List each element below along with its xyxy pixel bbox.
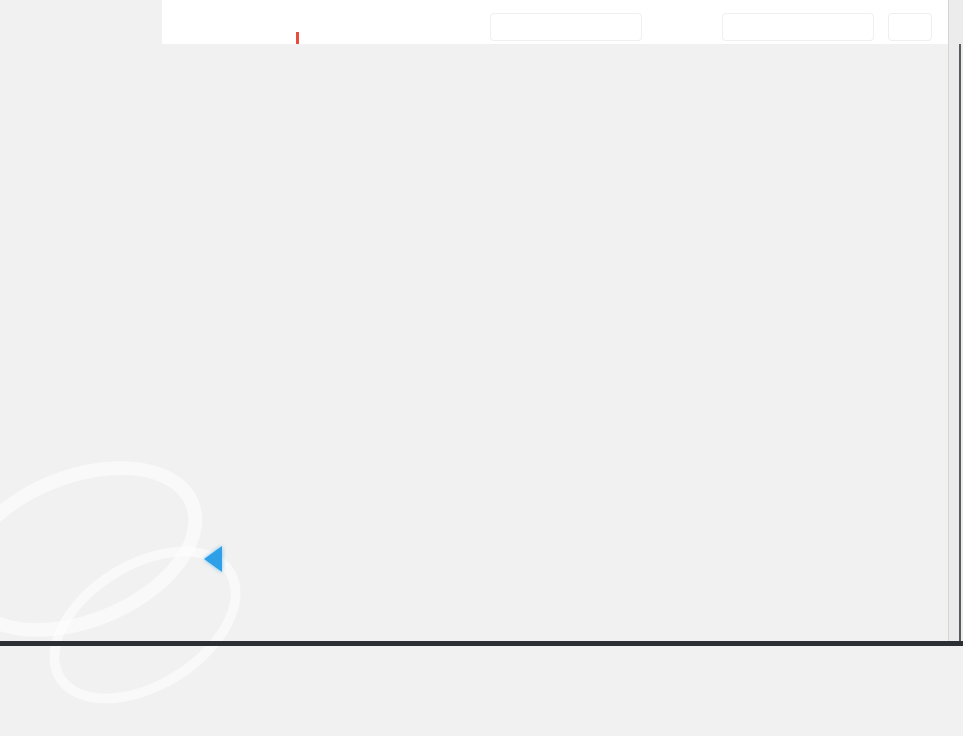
red-marker xyxy=(296,32,299,44)
window-edge xyxy=(959,44,961,641)
ghost-button xyxy=(888,13,932,41)
background-ghost-window xyxy=(162,0,948,44)
app-root xyxy=(0,0,963,646)
ghost-select xyxy=(490,13,642,41)
active-item-arrow xyxy=(204,546,222,572)
ghost-select xyxy=(722,13,874,41)
bottom-border xyxy=(0,641,963,646)
